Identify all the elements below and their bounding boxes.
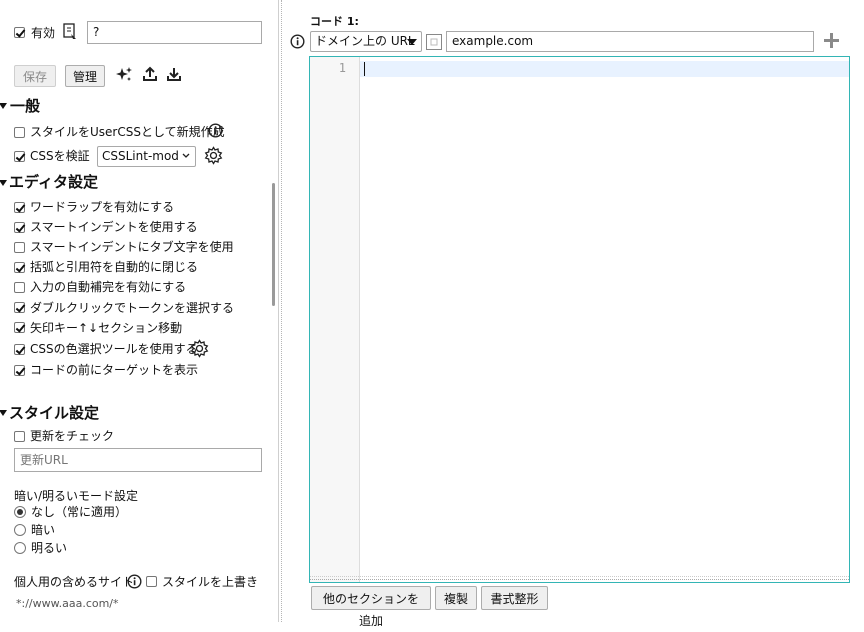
dark-mode-dark-label: 暗い [31,523,56,537]
target-info-icon[interactable] [290,34,305,49]
editor-resize-handle[interactable] [310,579,849,580]
auto-close-brackets-checkbox[interactable] [14,262,25,273]
import-icon[interactable] [166,66,182,82]
linter-value: CSSLint-mod [102,149,179,163]
target-value-input[interactable]: example.com [446,31,814,52]
check-updates-label: 更新をチェック [30,429,115,443]
style-settings-collapse-icon[interactable] [0,410,7,416]
select-by-token-label: ダブルクリックでトークンを選択する [30,301,235,315]
sidebar-scrollbar[interactable] [272,183,275,306]
override-label: スタイルを上書き [162,575,259,589]
linter-select[interactable]: CSSLint-mod [97,146,196,167]
update-url-input[interactable] [14,448,262,472]
plus-icon[interactable] [823,32,840,49]
regexp-toggle-icon[interactable] [426,34,442,50]
general-collapse-icon[interactable] [0,103,7,109]
show-target-label: コードの前にターゲットを表示 [30,363,199,377]
info-icon[interactable] [208,123,223,138]
show-target-checkbox[interactable] [14,365,25,376]
select-by-token-checkbox[interactable] [14,302,25,313]
editor-settings-collapse-icon[interactable] [0,180,7,186]
dark-mode-none-radio[interactable] [14,506,26,518]
line-number: 1 [338,61,346,75]
panel-divider[interactable] [278,0,282,622]
override-checkbox[interactable] [146,576,157,587]
new-usercss-label: スタイルをUserCSSとして新規作成 [30,125,225,139]
gear-icon[interactable] [204,146,223,165]
section-code-label: コード 1: [310,15,359,28]
indent-with-tabs-label: スマートインデントにタブ文字を使用 [30,240,234,254]
colorpicker-label: CSSの色選択ツールを使用する [30,342,198,356]
general-heading[interactable]: 一般 [10,97,40,115]
personal-sites-label: 個人用の含めるサイト [14,575,135,589]
auto-close-brackets-label: 括弧と引用符を自動的に閉じる [30,260,199,274]
code-editor[interactable]: 1 [309,56,850,583]
manage-button[interactable]: 管理 [65,65,105,87]
smart-indent-label: スマートインデントを使用する [30,220,198,234]
style-info-icon[interactable] [62,23,78,41]
dark-mode-dark-radio[interactable] [14,524,26,536]
arrow-keys-nav-label: 矢印キー↑↓セクション移動 [30,321,183,335]
clone-button[interactable]: 複製 [435,586,477,610]
check-updates-checkbox[interactable] [14,431,25,442]
text-cursor [364,62,365,76]
style-settings-heading[interactable]: スタイル設定 [9,404,99,422]
sparkle-icon[interactable] [115,66,133,84]
active-line [360,61,849,77]
personal-sites-info-icon[interactable] [127,574,142,589]
target-type-select[interactable]: ドメイン上の URL [310,31,422,52]
dark-mode-light-label: 明るい [31,541,68,555]
colorpicker-gear-icon[interactable] [190,339,209,358]
export-icon[interactable] [142,66,158,82]
validate-css-label: CSSを検証 [30,149,90,163]
add-section-button[interactable]: 他のセクションを追加 [311,586,431,628]
personal-sites-value[interactable]: *://www.aaa.com/* [16,597,119,611]
caret-down-icon [407,39,417,45]
editor-resize-line [310,576,849,577]
target-type-value: ドメイン上の URL [315,34,415,48]
autocomplete-checkbox[interactable] [14,282,25,293]
new-usercss-checkbox[interactable] [14,127,25,138]
arrow-keys-nav-checkbox[interactable] [14,322,25,333]
enabled-label: 有効 [31,26,56,40]
editor-settings-heading[interactable]: エディタ設定 [9,173,98,191]
indent-with-tabs-checkbox[interactable] [14,242,25,253]
dark-mode-none-label: なし（常に適用） [31,505,128,519]
chevron-down-icon [182,148,190,164]
style-name-input[interactable]: ? [87,21,262,44]
validate-css-checkbox[interactable] [14,151,25,162]
dark-mode-light-radio[interactable] [14,542,26,554]
dark-mode-title: 暗い/明るいモード設定 [14,489,139,503]
editor-gutter: 1 [310,57,360,582]
enabled-checkbox[interactable] [14,27,25,38]
word-wrap-label: ワードラップを有効にする [30,200,175,214]
autocomplete-label: 入力の自動補完を有効にする [30,280,187,294]
smart-indent-checkbox[interactable] [14,222,25,233]
word-wrap-checkbox[interactable] [14,202,25,213]
beautify-button[interactable]: 書式整形 [481,586,548,610]
save-button[interactable]: 保存 [14,65,56,87]
colorpicker-checkbox[interactable] [14,344,25,355]
